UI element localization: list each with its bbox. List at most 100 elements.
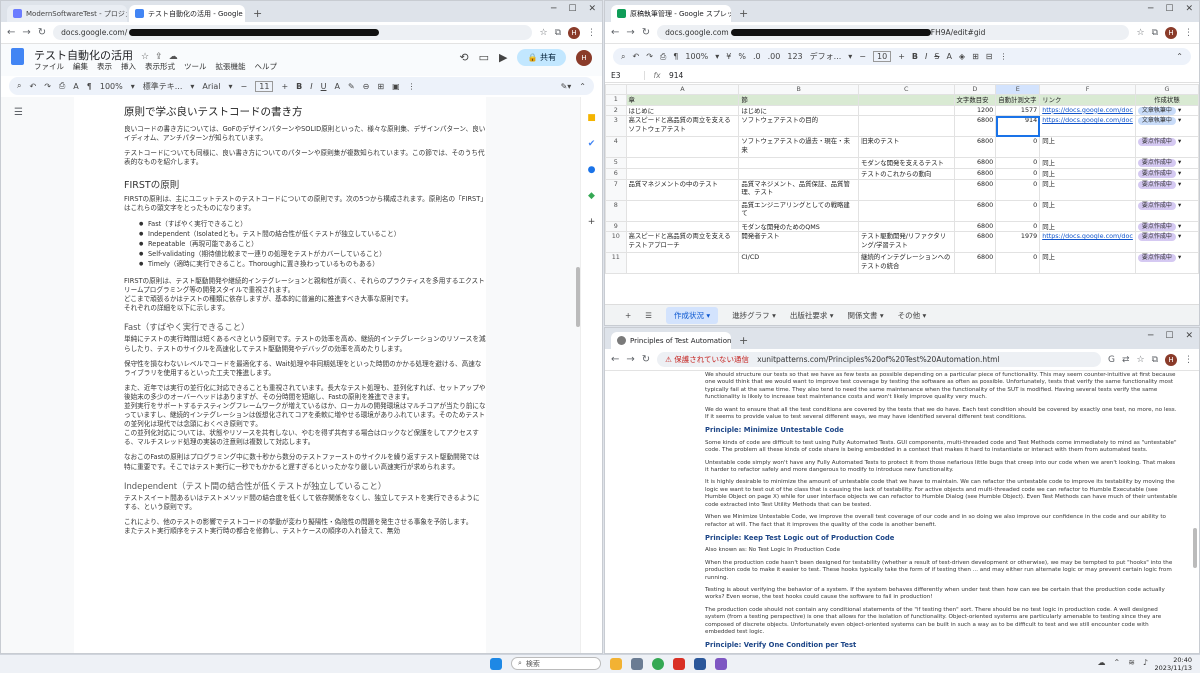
sheet-tab-docs[interactable]: 関係文書 ▾ xyxy=(848,310,884,321)
italic-icon[interactable]: I xyxy=(310,82,312,91)
all-sheets-icon[interactable]: ☰ xyxy=(645,311,652,320)
table-cell[interactable]: 0 xyxy=(995,157,1041,170)
insecure-warning[interactable]: ⚠ 保護されていない通信 xyxy=(665,354,749,365)
font-size-field[interactable]: 10 xyxy=(873,51,892,62)
table-cell[interactable]: はじめに xyxy=(625,104,740,117)
maximize-icon[interactable]: ☐ xyxy=(1165,4,1173,14)
table-cell[interactable]: 節 xyxy=(738,94,860,106)
table-cell[interactable]: https://docs.google.com/doc xyxy=(1039,115,1136,138)
tasks-icon[interactable]: ✔ xyxy=(588,139,596,149)
minimize-icon[interactable]: ─ xyxy=(551,4,556,14)
table-cell[interactable]: 継続的インテグレーションへのテストの統合 xyxy=(858,252,955,275)
name-box[interactable]: E3 xyxy=(605,70,645,80)
bookmark-icon[interactable]: ☆ xyxy=(539,28,547,38)
start-icon[interactable] xyxy=(490,657,502,670)
merge-icon[interactable]: ⊟ xyxy=(986,52,993,61)
extensions-icon[interactable]: ⧉ xyxy=(555,28,561,38)
redo-icon[interactable]: ↷ xyxy=(646,52,653,61)
table-cell[interactable] xyxy=(738,168,860,180)
text-color-icon[interactable]: A xyxy=(334,82,339,91)
table-cell[interactable] xyxy=(625,199,740,222)
row-number[interactable]: 7 xyxy=(605,178,627,201)
image-icon[interactable]: ▣ xyxy=(392,82,400,91)
table-cell[interactable]: 同上 xyxy=(1039,136,1136,159)
chrome-icon[interactable] xyxy=(652,657,664,670)
table-cell[interactable]: 同上 xyxy=(1039,157,1136,170)
paint-format-icon[interactable]: ¶ xyxy=(87,82,92,91)
column-header[interactable]: G xyxy=(1134,84,1199,95)
table-cell[interactable]: 6800 xyxy=(953,231,997,254)
table-cell[interactable]: 0 xyxy=(995,168,1041,180)
comment-icon[interactable]: ▭ xyxy=(479,51,489,64)
collapse-icon[interactable]: ⌃ xyxy=(579,82,586,91)
word-icon[interactable] xyxy=(694,657,706,670)
tab-project[interactable]: ModernSoftwareTest - プロジェク× xyxy=(7,5,127,22)
minimize-icon[interactable]: ─ xyxy=(1148,331,1153,341)
table-cell[interactable]: 0 xyxy=(995,178,1041,201)
status-chip[interactable]: 要点作成中 xyxy=(1137,233,1176,242)
status-cell[interactable]: 要点作成中 ▾ xyxy=(1134,220,1199,233)
chevron-up-icon[interactable]: ⌃ xyxy=(1113,658,1120,667)
add-comment-icon[interactable]: ⊞ xyxy=(377,82,384,91)
menu-file[interactable]: ファイル xyxy=(34,61,64,72)
table-cell[interactable]: 旧来のテスト xyxy=(858,136,955,159)
url-field[interactable]: ⚠ 保護されていない通信 xunitpatterns.com/Principles… xyxy=(657,352,1101,367)
borders-icon[interactable]: ⊞ xyxy=(972,52,979,61)
url-field[interactable]: docs.google.com FH9A/edit#gid xyxy=(657,25,1130,40)
print-icon[interactable]: ⎙ xyxy=(660,52,666,62)
link-icon[interactable]: ⊖ xyxy=(363,82,370,91)
status-chip[interactable]: 要点作成中 xyxy=(1137,159,1176,168)
print-icon[interactable]: ⎙ xyxy=(59,81,65,91)
row-number[interactable]: 8 xyxy=(605,199,627,222)
table-cell[interactable]: 同上 xyxy=(1039,168,1136,180)
spreadsheet-grid[interactable]: A B C D E F G 1 章 節 文字数目安 自動計測文字 リンク 作成状… xyxy=(605,84,1199,275)
undo-icon[interactable]: ↶ xyxy=(632,52,639,61)
table-cell[interactable] xyxy=(625,168,740,180)
table-cell[interactable] xyxy=(858,220,955,233)
close-window-icon[interactable]: ✕ xyxy=(1185,4,1193,14)
taskbar-search[interactable]: ⌕ 検索 xyxy=(511,657,601,670)
reload-icon[interactable]: ↻ xyxy=(38,27,46,38)
sheet-tab-progress[interactable]: 進捗グラフ ▾ xyxy=(732,310,776,321)
table-cell[interactable]: 6800 xyxy=(953,199,997,222)
table-cell[interactable] xyxy=(625,252,740,275)
more-icon[interactable]: ⋮ xyxy=(999,52,1007,61)
document-body[interactable]: 原則で学ぶ良いテストコードの書き方 良いコードの書き方については、GoFのデザイ… xyxy=(124,105,486,542)
table-cell[interactable] xyxy=(625,220,740,233)
share-button[interactable]: 🔒 共有 xyxy=(517,49,566,66)
font-size-field[interactable]: 11 xyxy=(255,80,274,92)
table-cell[interactable]: 品質マネジメントの中のテスト xyxy=(625,178,740,201)
column-header[interactable]: F xyxy=(1039,84,1136,95)
zoom-select[interactable]: 100% xyxy=(100,82,123,91)
tab-sheets[interactable]: 原稿執筆管理 - Google スプレッ× xyxy=(611,5,731,22)
table-cell[interactable] xyxy=(858,199,955,222)
highlight-icon[interactable]: ✎ xyxy=(348,82,355,91)
edit-mode-icon[interactable]: ✎▾ xyxy=(561,82,572,91)
menu-icon[interactable]: ⋮ xyxy=(1184,28,1193,38)
table-cell[interactable]: 6800 xyxy=(953,220,997,233)
zoom-select[interactable]: 100% xyxy=(685,52,708,61)
url-field[interactable]: docs.google.com/ xyxy=(53,25,533,40)
table-cell[interactable]: テスト駆動開発/リファクタリング/学習テスト xyxy=(858,231,955,254)
forward-icon[interactable]: → xyxy=(626,27,634,38)
docs-logo-icon[interactable] xyxy=(11,48,24,65)
google-icon[interactable]: G xyxy=(1108,355,1115,365)
table-cell[interactable]: CI/CD xyxy=(738,252,860,275)
status-cell[interactable]: 文章執筆中 ▾ xyxy=(1134,115,1199,138)
table-cell[interactable]: モダンな開発のためのQMS xyxy=(738,220,860,233)
add-addon-icon[interactable]: + xyxy=(588,217,596,227)
tab-xunit[interactable]: Principles of Test Automation at× xyxy=(611,332,731,349)
menu-extensions[interactable]: 拡張機能 xyxy=(216,61,246,72)
table-cell[interactable]: 高スピードと高品質の両立を支えるテストアプローチ xyxy=(625,231,740,254)
table-cell[interactable]: 6800 xyxy=(953,115,997,138)
table-cell[interactable]: 1979 xyxy=(995,231,1041,254)
table-cell[interactable]: モダンな開発を支えるテスト xyxy=(858,157,955,170)
status-chip[interactable]: 要点作成中 xyxy=(1137,222,1176,231)
underline-icon[interactable]: U xyxy=(321,82,327,91)
strikethrough-icon[interactable]: S xyxy=(934,52,939,61)
status-chip[interactable]: 要点作成中 xyxy=(1137,138,1176,147)
contacts-icon[interactable]: ● xyxy=(588,165,596,175)
add-sheet-icon[interactable]: + xyxy=(625,311,631,320)
menu-insert[interactable]: 挿入 xyxy=(121,61,136,72)
table-cell[interactable]: 0 xyxy=(995,252,1041,275)
